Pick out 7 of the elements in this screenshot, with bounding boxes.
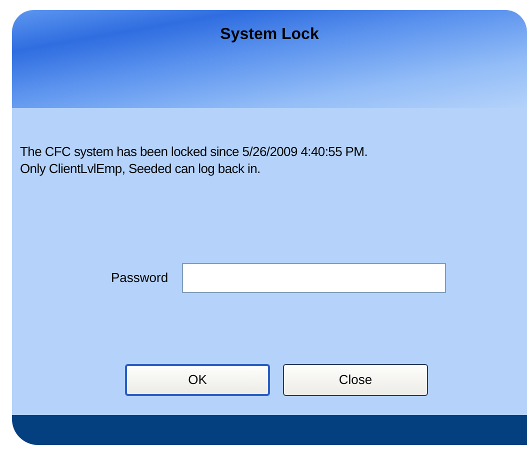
password-label: Password bbox=[111, 269, 168, 288]
lock-message-line: The CFC system has been locked since 5/26/2009 4:40:55 PM. bbox=[20, 143, 369, 160]
password-field[interactable] bbox=[182, 263, 446, 293]
lock-message-line: Only ClientLvlEmp, Seeded can log back in. bbox=[20, 160, 262, 177]
window-title: System Lock bbox=[220, 25, 319, 45]
dialog-button[interactable]: OK bbox=[125, 364, 270, 396]
dialog-button[interactable]: Close bbox=[283, 364, 428, 396]
